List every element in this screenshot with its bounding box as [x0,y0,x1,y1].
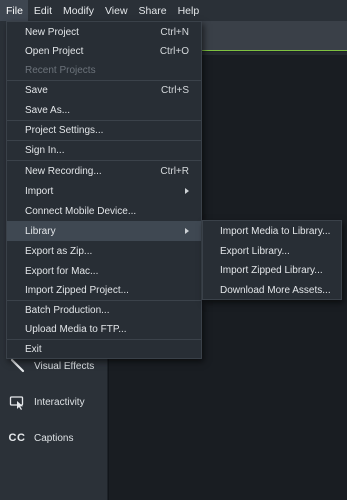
submenu-item-import-media-to-library[interactable]: Import Media to Library... [203,221,341,241]
tool-interactivity[interactable]: Interactivity [8,391,85,413]
menu-item-import-zipped-project[interactable]: Import Zipped Project... [7,280,201,300]
menu-item-project-settings[interactable]: Project Settings... [7,120,201,140]
shortcut-label: Ctrl+N [160,26,189,38]
submenu-item-download-more-assets[interactable]: Download More Assets... [203,280,341,300]
submenu-arrow-icon [185,228,189,234]
submenu-item-export-library[interactable]: Export Library... [203,241,341,261]
menu-item-library[interactable]: Library [7,221,201,241]
menu-bar: File Edit Modify View Share Help [0,0,347,21]
menu-item-new-project[interactable]: New Project Ctrl+N [7,22,201,42]
menu-item-batch-production[interactable]: Batch Production... [7,300,201,320]
menu-edit[interactable]: Edit [28,0,57,21]
menu-item-import[interactable]: Import [7,181,201,201]
menu-item-export-as-zip[interactable]: Export as Zip... [7,241,201,261]
shortcut-label: Ctrl+S [160,84,189,96]
library-submenu: Import Media to Library... Export Librar… [202,220,342,300]
menu-item-exit[interactable]: Exit [7,339,201,359]
shortcut-label: Ctrl+O [159,45,189,57]
captions-icon: CC [8,432,26,444]
wand-icon [8,357,26,375]
menu-item-connect-mobile-device[interactable]: Connect Mobile Device... [7,201,201,221]
menu-item-open-project[interactable]: Open Project Ctrl+O [7,41,201,61]
menu-help[interactable]: Help [172,0,205,21]
file-menu-dropdown: New Project Ctrl+N Open Project Ctrl+O R… [6,21,202,359]
cursor-click-icon [8,393,26,411]
tool-label: Visual Effects [34,360,95,372]
menu-item-save-as[interactable]: Save As... [7,100,201,120]
tool-captions[interactable]: CC Captions [8,427,74,449]
menu-share[interactable]: Share [133,0,172,21]
menu-modify[interactable]: Modify [57,0,99,21]
submenu-item-import-zipped-library[interactable]: Import Zipped Library... [203,260,341,280]
tool-label: Interactivity [34,396,85,408]
menu-item-save[interactable]: Save Ctrl+S [7,80,201,100]
menu-item-recent-projects: Recent Projects [25,64,96,76]
menu-file[interactable]: File [0,0,28,21]
shortcut-label: Ctrl+R [160,165,189,177]
tool-label: Captions [34,432,74,444]
menu-view[interactable]: View [99,0,133,21]
menu-item-upload-media-ftp[interactable]: Upload Media to FTP... [7,319,201,339]
menu-item-export-for-mac[interactable]: Export for Mac... [7,261,201,281]
menu-item-new-recording[interactable]: New Recording... Ctrl+R [7,161,201,181]
submenu-arrow-icon [185,188,189,194]
menu-item-sign-in[interactable]: Sign In... [7,140,201,160]
